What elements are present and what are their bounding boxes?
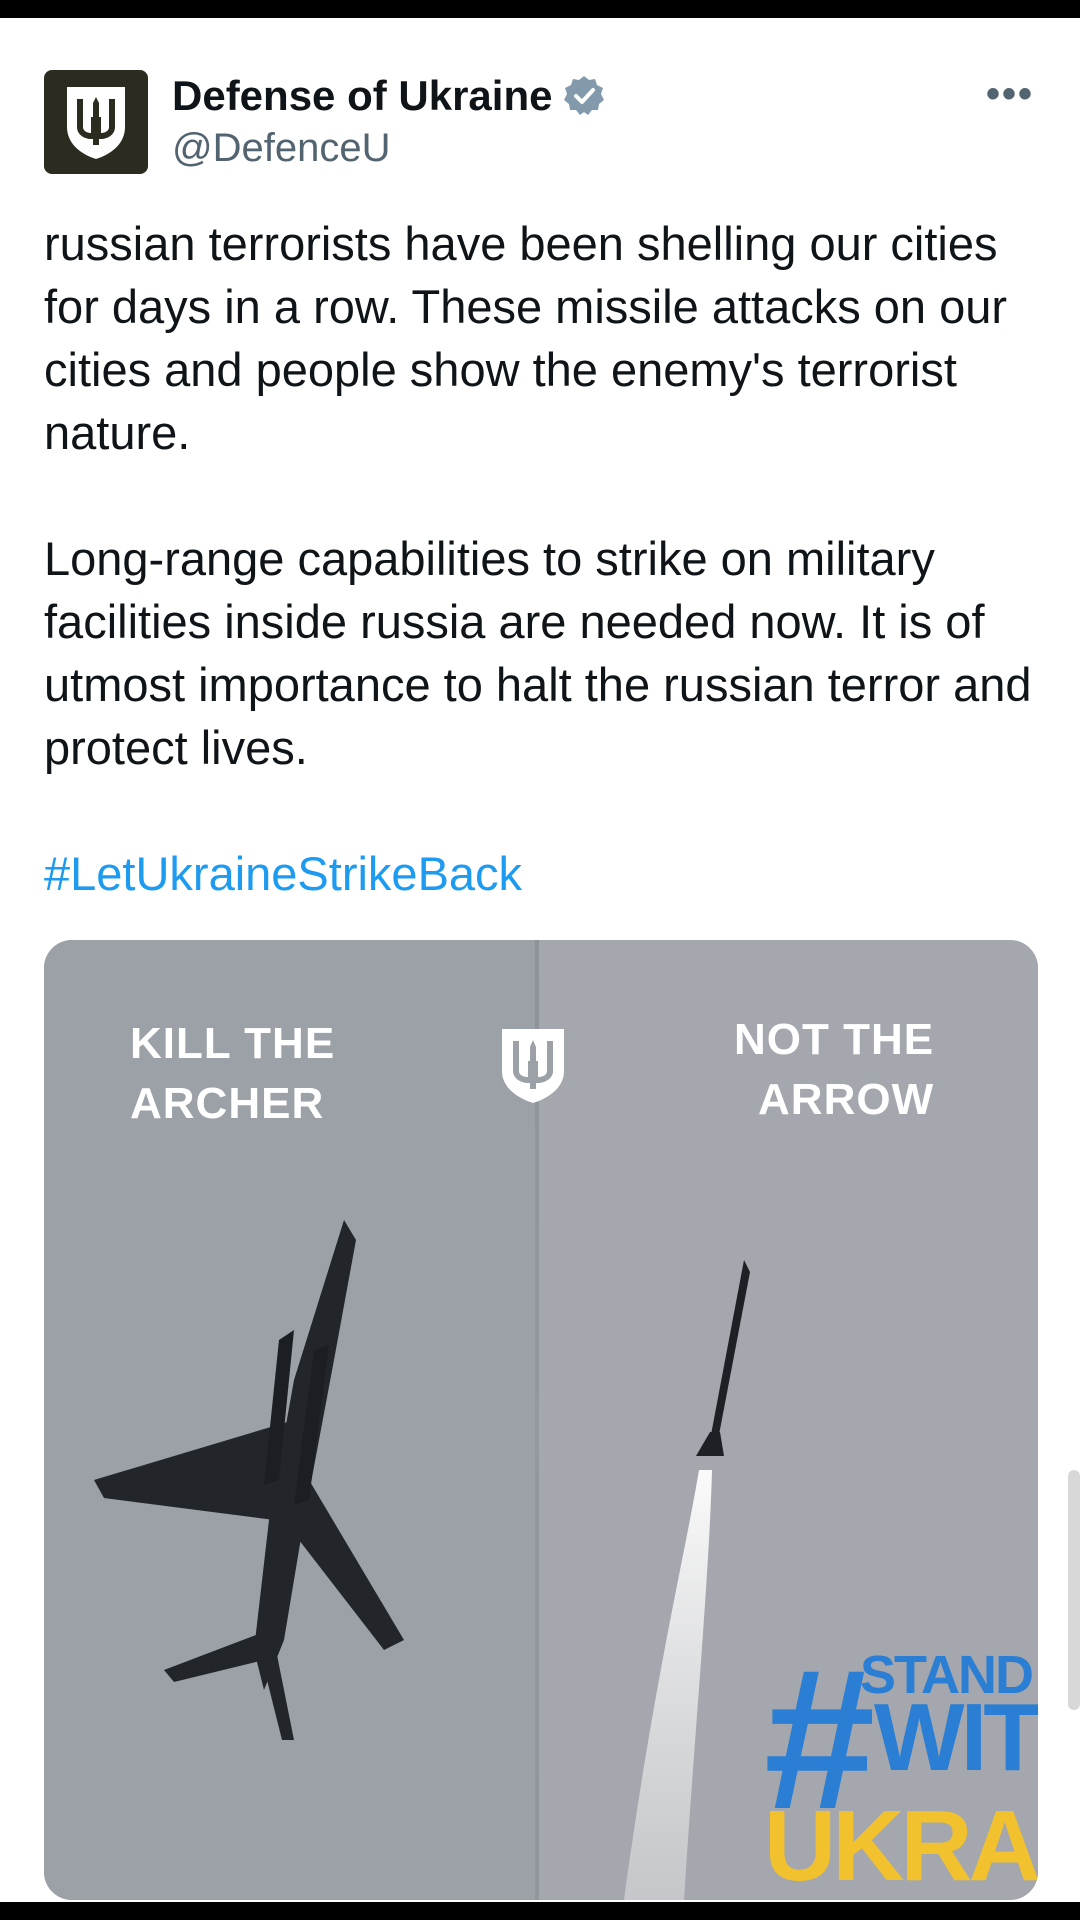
media-caption-right: NOT THE ARROW — [734, 1010, 934, 1130]
caption-line: KILL THE — [130, 1019, 336, 1068]
media-caption-left: KILL THE ARCHER — [130, 1014, 335, 1134]
caption-line: ARROW — [758, 1075, 935, 1124]
caption-line: NOT THE — [734, 1015, 935, 1064]
trident-shield-icon — [502, 1029, 564, 1103]
author-display-name[interactable]: Defense of Ukraine — [172, 72, 552, 120]
caption-line: ARCHER — [130, 1079, 325, 1128]
tweet-media-image[interactable]: KILL THE ARCHER NOT THE ARROW # STAND WI… — [44, 940, 1038, 1900]
badge-word: WITH — [874, 1684, 1038, 1791]
scrollbar[interactable] — [1068, 1470, 1080, 1710]
author-handle[interactable]: @DefenceU — [172, 126, 390, 171]
tweet-paragraph: russian terrorists have been shelling ou… — [44, 217, 1008, 459]
trident-icon — [67, 87, 125, 159]
status-bar — [0, 0, 1080, 18]
author-name-row: Defense of Ukraine — [172, 68, 606, 124]
navigation-bar — [0, 1902, 1080, 1920]
avatar[interactable] — [44, 70, 148, 174]
badge-word: UKRAINE — [764, 1790, 1038, 1900]
more-options-button[interactable]: ••• — [986, 72, 1034, 117]
stand-with-ukraine-badge: # STAND WITH UKRAINE — [764, 1640, 1038, 1900]
verified-badge-icon — [564, 76, 605, 115]
hashtag-link[interactable]: #LetUkraineStrikeBack — [44, 842, 1044, 905]
tweet-text: russian terrorists have been shelling ou… — [44, 212, 1044, 905]
bomber-aircraft-image — [94, 1220, 404, 1740]
tweet-paragraph: Long-range capabilities to strike on mil… — [44, 532, 1032, 774]
